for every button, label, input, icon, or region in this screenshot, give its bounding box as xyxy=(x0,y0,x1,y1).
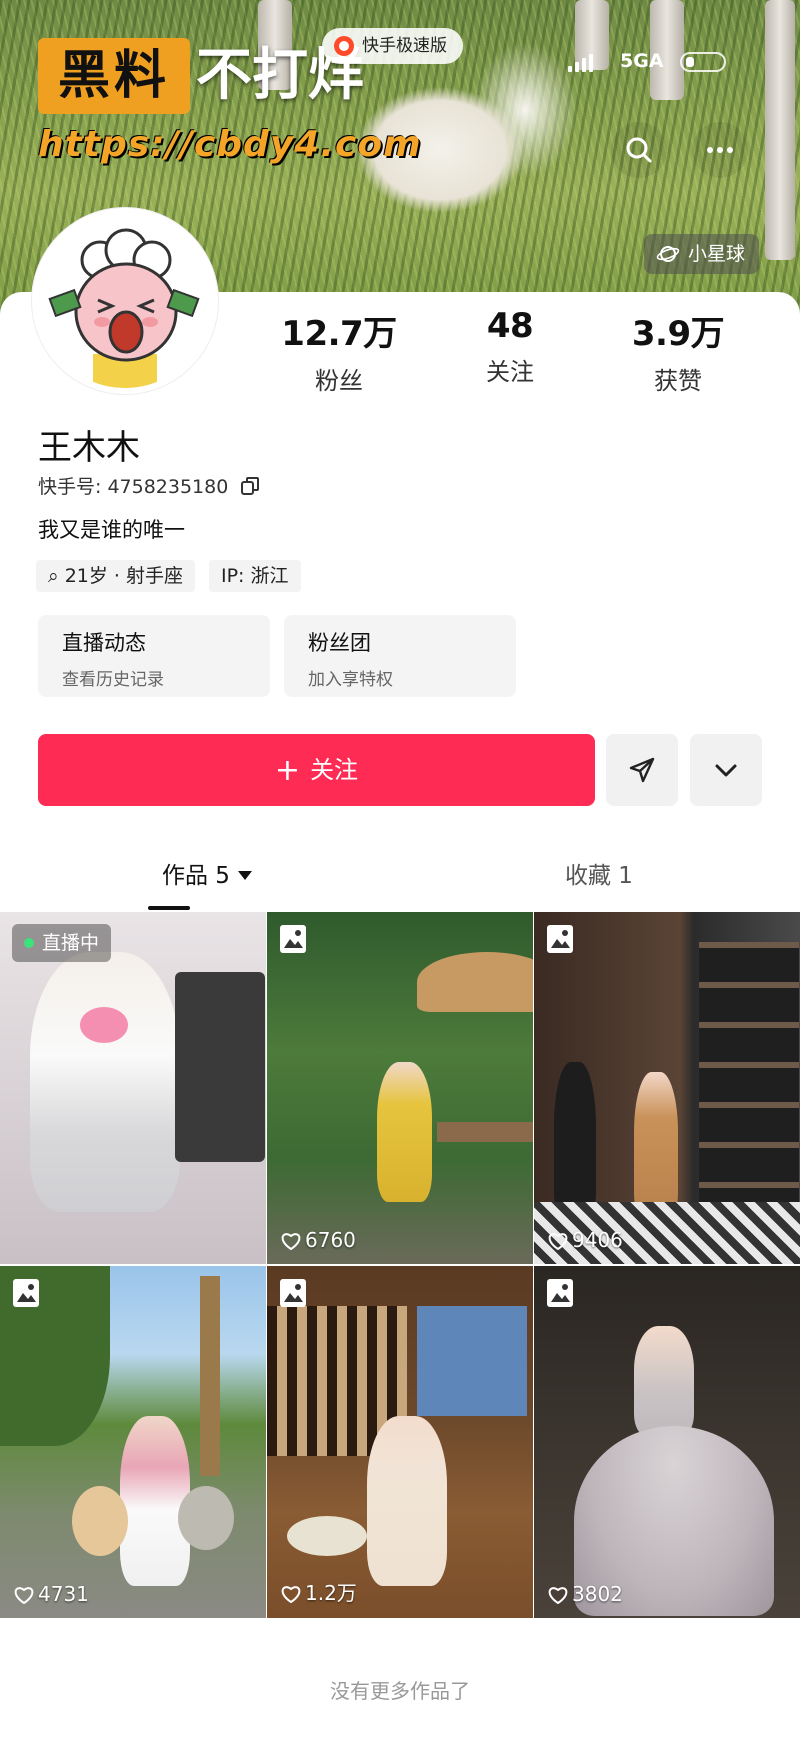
like-count-value: 1.2万 xyxy=(305,1581,357,1605)
avatar-illustration xyxy=(38,214,212,388)
app-badge: 快手极速版 xyxy=(322,28,463,64)
planet-icon xyxy=(656,246,680,262)
like-count: 6760 xyxy=(281,1228,356,1252)
card-fan-club[interactable]: 粉丝团 加入享特权 xyxy=(284,615,516,697)
like-count-value: 6760 xyxy=(305,1228,356,1252)
live-badge: 直播中 xyxy=(12,924,112,962)
heart-icon xyxy=(281,1233,301,1251)
battery-icon xyxy=(680,52,726,72)
more-actions-button[interactable] xyxy=(690,734,762,806)
tab-label: 收藏 1 xyxy=(565,863,633,889)
heart-icon xyxy=(548,1587,568,1605)
more-icon xyxy=(707,147,733,153)
stat-value: 3.9万 xyxy=(631,314,725,354)
signal-icon xyxy=(568,52,593,72)
app-logo-icon xyxy=(334,36,354,56)
post-tile[interactable]: 9406 xyxy=(534,912,800,1264)
card-title: 粉丝团 xyxy=(308,631,371,655)
profile-cards: 直播动态 查看历史记录 粉丝团 加入享特权 xyxy=(38,615,516,697)
follow-button-label: 关注 xyxy=(310,756,359,784)
profile-uid: 快手号: 4758235180 xyxy=(38,472,260,499)
planet-chip[interactable]: 小星球 xyxy=(644,234,760,274)
tab-favorites[interactable]: 收藏 1 xyxy=(565,856,633,890)
image-icon xyxy=(13,1279,39,1307)
app-badge-label: 快手极速版 xyxy=(362,36,447,56)
like-count: 1.2万 xyxy=(281,1577,357,1606)
search-small-icon: ⌕ xyxy=(48,565,65,587)
tab-label: 作品 5 xyxy=(162,863,230,889)
like-count: 3802 xyxy=(548,1582,623,1606)
image-icon xyxy=(547,925,573,953)
planet-chip-label: 小星球 xyxy=(688,243,746,265)
image-icon xyxy=(280,925,306,953)
profile-tags: ⌕ 21岁 · 射手座 IP: 浙江 xyxy=(36,560,301,592)
card-live-history[interactable]: 直播动态 查看历史记录 xyxy=(38,615,270,697)
stat-following[interactable]: 48 关注 xyxy=(430,306,590,387)
image-icon xyxy=(547,1279,573,1307)
post-tile[interactable]: 直播中 xyxy=(0,912,266,1264)
network-indicator: 5GA xyxy=(620,50,664,72)
stat-value: 48 xyxy=(486,306,534,346)
profile-name: 王木木 xyxy=(38,428,140,468)
like-count: 9406 xyxy=(548,1228,623,1252)
like-count-value: 4731 xyxy=(38,1582,89,1606)
card-subtitle: 查看历史记录 xyxy=(62,670,164,690)
post-tile[interactable]: 4731 xyxy=(0,1266,266,1618)
like-count-value: 9406 xyxy=(572,1228,623,1252)
heart-icon xyxy=(14,1587,34,1605)
content-tabs: 作品 5 收藏 1 xyxy=(0,838,800,910)
send-icon xyxy=(629,757,655,783)
tag-age-zodiac: ⌕ 21岁 · 射手座 xyxy=(36,560,195,592)
stat-likes[interactable]: 3.9万 获赞 xyxy=(598,306,758,396)
tag-label: 21岁 · 射手座 xyxy=(64,565,183,587)
no-more-posts-note: 没有更多作品了 xyxy=(330,1679,470,1703)
tag-ip: IP: 浙江 xyxy=(208,560,301,592)
card-title: 直播动态 xyxy=(62,631,146,655)
post-tile[interactable]: 1.2万 xyxy=(267,1266,533,1618)
post-tile[interactable]: 3802 xyxy=(534,1266,800,1618)
profile-bio: 我又是谁的唯一 xyxy=(38,518,185,542)
heart-icon xyxy=(281,1586,301,1604)
tab-works[interactable]: 作品 5 xyxy=(162,856,252,890)
chevron-down-icon xyxy=(715,764,737,777)
card-subtitle: 加入享特权 xyxy=(308,670,393,690)
stat-value: 12.7万 xyxy=(281,314,397,354)
stat-label: 粉丝 xyxy=(315,367,363,395)
like-count: 4731 xyxy=(14,1582,89,1606)
stat-label: 获赞 xyxy=(654,367,702,395)
follow-button[interactable]: + 关注 xyxy=(38,734,595,806)
stat-followers[interactable]: 12.7万 粉丝 xyxy=(259,306,419,396)
watermark-brand: 黑料 xyxy=(38,38,190,114)
heart-icon xyxy=(548,1233,568,1251)
search-button[interactable] xyxy=(611,122,667,178)
search-icon xyxy=(626,137,652,163)
post-tile[interactable]: 6760 xyxy=(267,912,533,1264)
profile-uid-text: 快手号: 4758235180 xyxy=(38,476,229,498)
plus-icon: + xyxy=(274,753,301,788)
like-count-value: 3802 xyxy=(572,1582,623,1606)
stat-label: 关注 xyxy=(486,358,534,386)
copy-icon[interactable] xyxy=(240,476,260,496)
watermark-url: https://cbdy4.com xyxy=(38,124,422,165)
image-icon xyxy=(280,1279,306,1307)
cover-tree xyxy=(765,0,795,260)
tab-active-indicator xyxy=(148,906,190,910)
more-button[interactable] xyxy=(692,122,748,178)
caret-down-icon xyxy=(237,871,252,880)
message-button[interactable] xyxy=(606,734,678,806)
avatar[interactable] xyxy=(32,208,218,394)
